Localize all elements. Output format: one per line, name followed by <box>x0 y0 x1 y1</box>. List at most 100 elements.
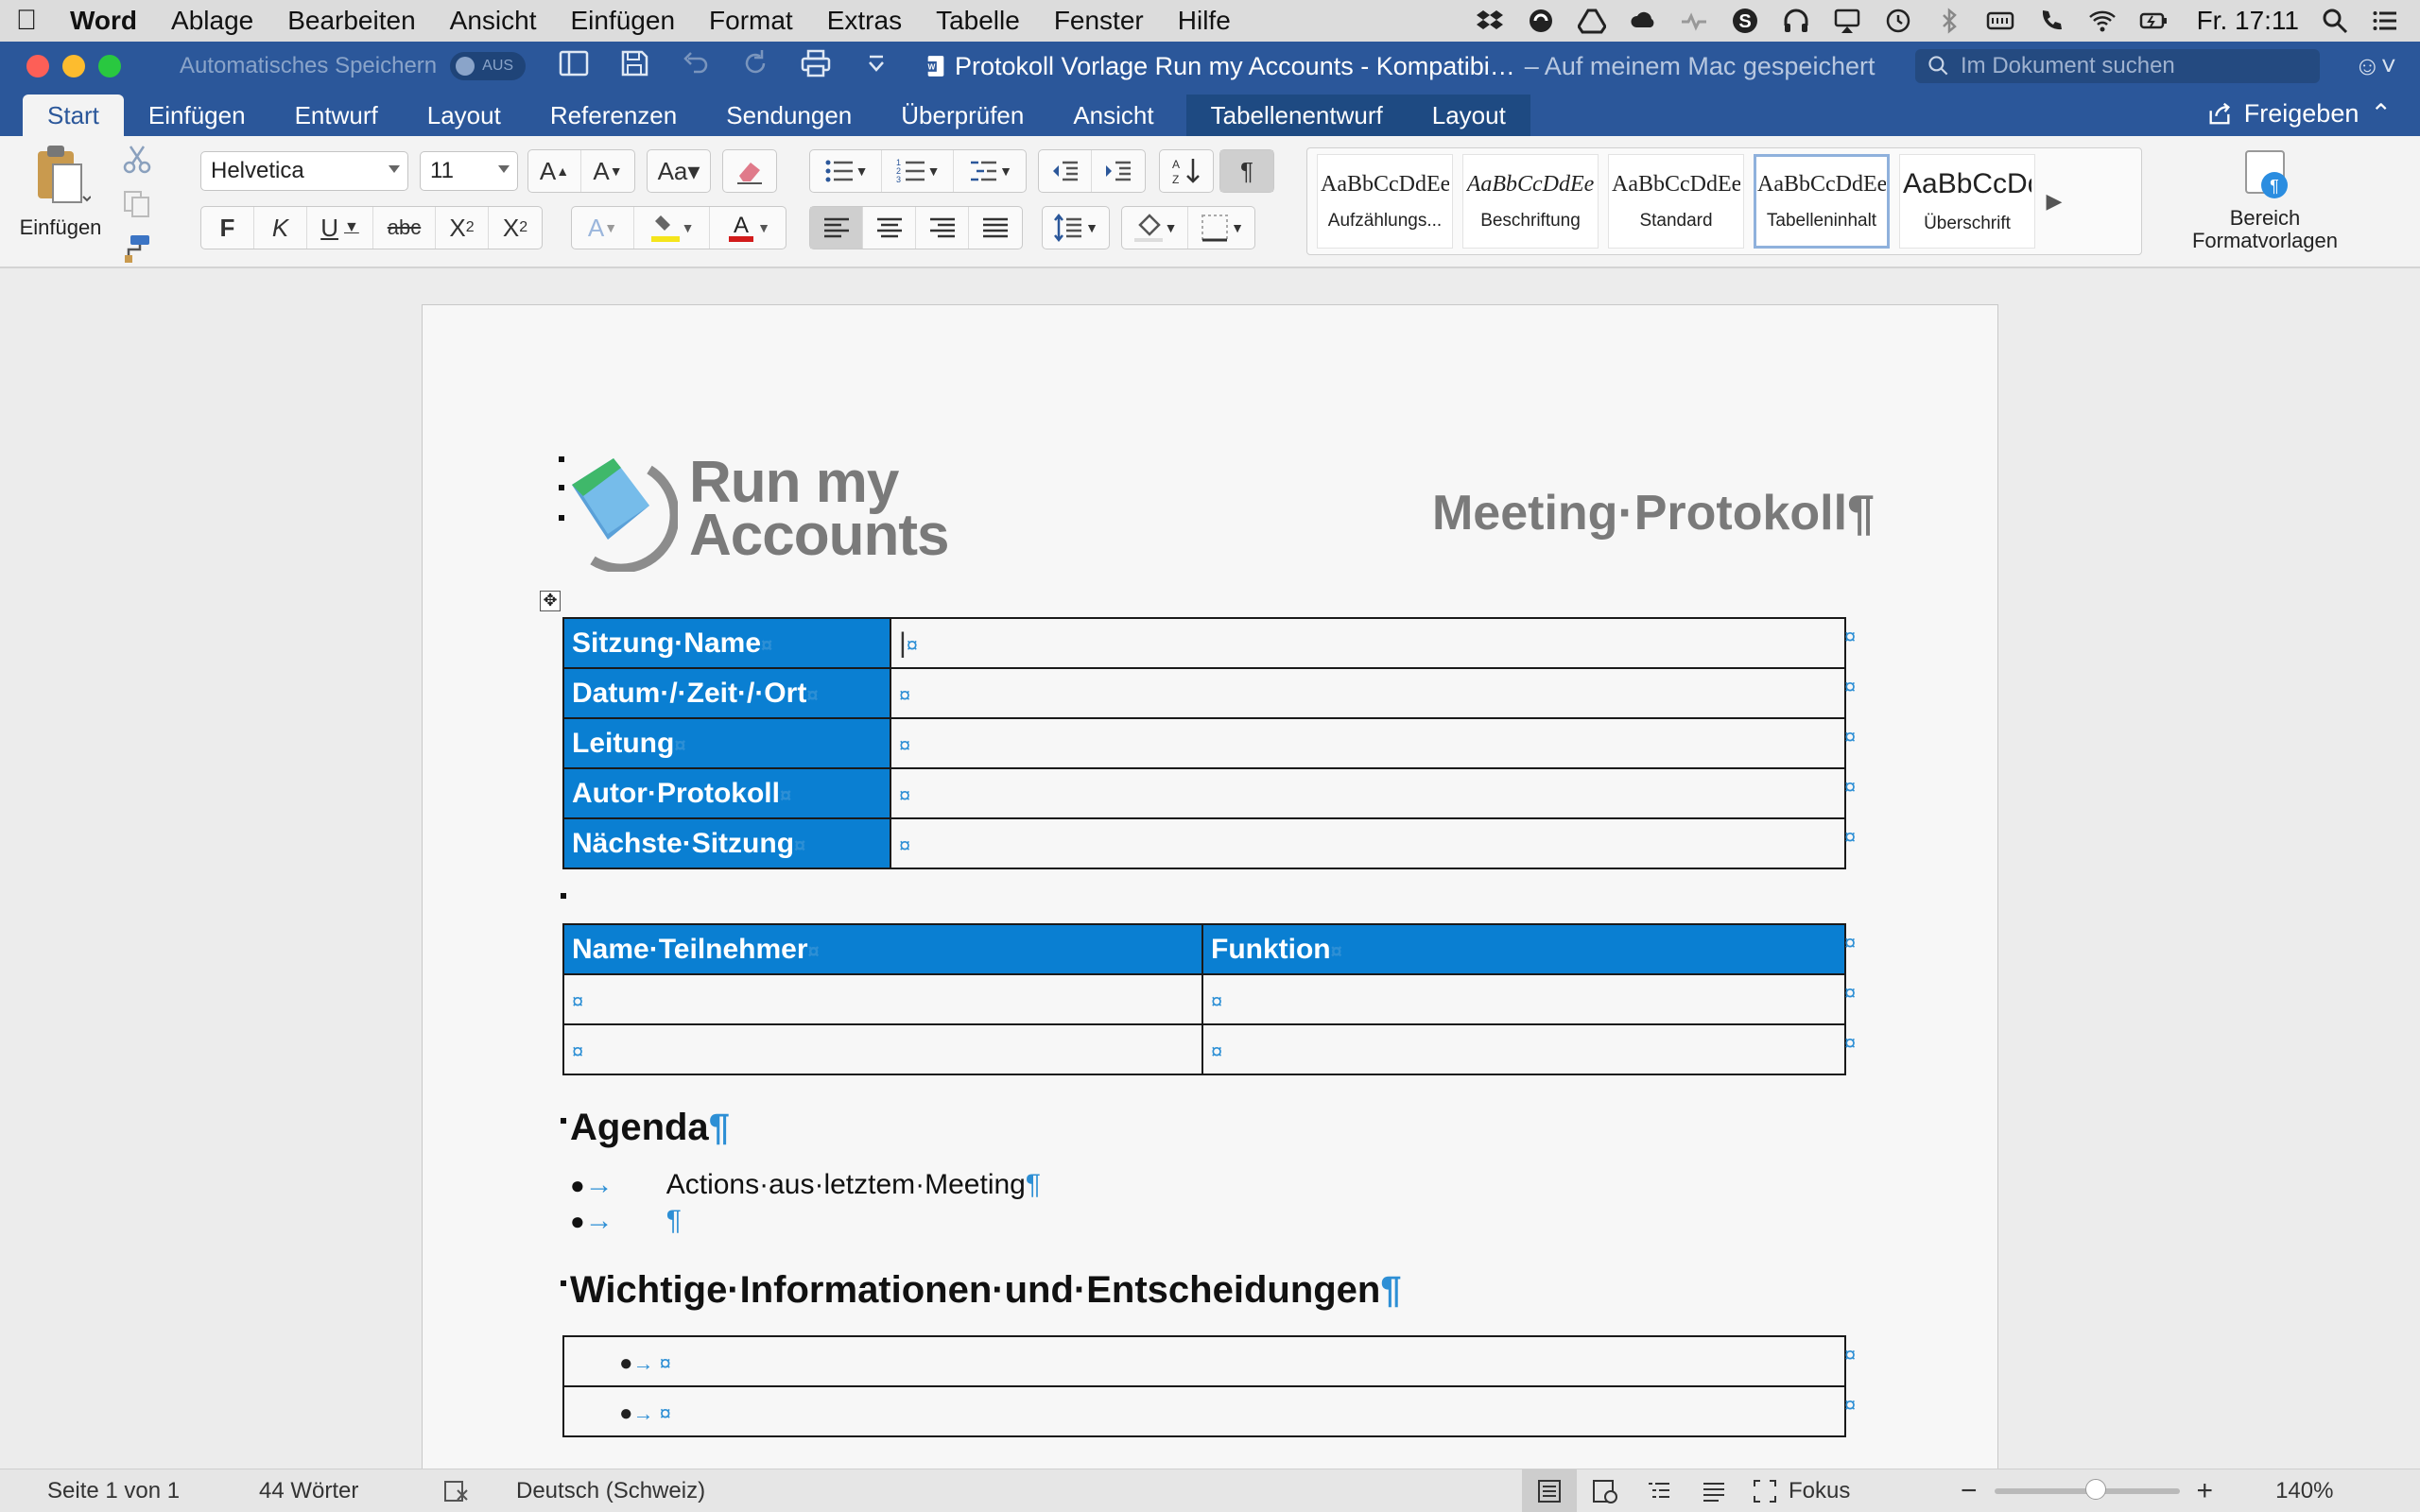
numbering-button[interactable]: 1 2 3 ▼ <box>882 150 954 192</box>
close-window-button[interactable] <box>26 55 49 77</box>
info-cell[interactable]: ●→ ¤ <box>562 1385 1846 1437</box>
agenda-heading[interactable]: Agenda¶ <box>570 1107 730 1149</box>
spotlight-search-icon[interactable] <box>2320 6 2350 36</box>
table-label-cell[interactable]: Datum·/·Zeit·/·Ort¤ <box>562 667 891 719</box>
participant-name-cell[interactable]: ¤ <box>562 1023 1203 1075</box>
style-tabelleninhalt[interactable]: AaBbCcDdEe Tabelleninhalt <box>1754 154 1890 249</box>
agenda-item[interactable]: ●→ ¶ <box>570 1205 682 1237</box>
bullets-button[interactable]: ▼ <box>810 150 882 192</box>
battery-icon[interactable] <box>2138 6 2169 36</box>
agenda-item[interactable]: ●→ Actions·aus·letztem·Meeting¶ <box>570 1169 1041 1201</box>
justify-button[interactable] <box>969 207 1022 249</box>
naechste-sitzung-value[interactable]: ¤ <box>890 817 1846 869</box>
menu-fenster[interactable]: Fenster <box>1037 6 1161 36</box>
style-standard[interactable]: AaBbCcDdEe Standard <box>1608 154 1744 249</box>
grow-font-button[interactable]: A ▲ <box>528 150 581 192</box>
copy-icon[interactable] <box>121 188 153 225</box>
shading-button[interactable]: ▼ <box>1122 207 1188 249</box>
share-button[interactable]: Freigeben ⌃ <box>2206 91 2392 136</box>
bluetooth-icon[interactable] <box>1934 6 1964 36</box>
style-aufzaehlung[interactable]: AaBbCcDdEe Aufzählungs... <box>1317 154 1453 249</box>
shrink-font-button[interactable]: A ▼ <box>581 150 634 192</box>
menu-extras[interactable]: Extras <box>810 6 919 36</box>
document-title-heading[interactable]: Meeting·Protokoll¶ <box>1432 485 1875 541</box>
align-left-button[interactable] <box>810 207 863 249</box>
headphones-icon[interactable] <box>1781 6 1811 36</box>
datum-zeit-ort-value[interactable]: ¤ <box>890 667 1846 719</box>
tab-ueberpruefen[interactable]: Überprüfen <box>876 94 1048 136</box>
participant-function-cell[interactable]: ¤ <box>1201 1023 1846 1075</box>
language[interactable]: Deutsch (Schweiz) <box>516 1478 705 1504</box>
tab-sendungen[interactable]: Sendungen <box>701 94 876 136</box>
subscript-button[interactable]: X2 <box>436 207 489 249</box>
menu-app-name[interactable]: Word <box>53 6 154 36</box>
notification-center-icon[interactable] <box>2371 6 2401 36</box>
save-icon[interactable] <box>618 47 650 86</box>
style-beschriftung[interactable]: AaBbCcDdEe Beschriftung <box>1462 154 1599 249</box>
font-size-dropdown[interactable]: 11 <box>420 151 518 191</box>
menu-bearbeiten[interactable]: Bearbeiten <box>270 6 432 36</box>
table-label-cell[interactable]: Nächste·Sitzung¤ <box>562 817 891 869</box>
header-funktion[interactable]: Funktion¤ <box>1201 923 1846 975</box>
keyboard-icon[interactable] <box>1985 6 2015 36</box>
zoom-in-button[interactable]: + <box>2197 1475 2214 1507</box>
feedback-smiley-icon[interactable]: ☺˅ <box>2354 51 2401 81</box>
zoom-slider-thumb[interactable] <box>2085 1479 2107 1500</box>
borders-button[interactable]: ▼ <box>1188 207 1254 249</box>
customize-toolbar-icon[interactable] <box>860 47 892 86</box>
multilevel-list-button[interactable]: ▼ <box>954 150 1026 192</box>
show-formatting-marks-button[interactable]: ¶ <box>1220 150 1273 192</box>
document-search-input[interactable]: Im Dokument suchen <box>1915 49 2320 83</box>
phone-icon[interactable] <box>2036 6 2066 36</box>
styles-more-icon[interactable]: ▶ <box>2045 154 2064 249</box>
align-center-button[interactable] <box>863 207 916 249</box>
word-count[interactable]: 44 Wörter <box>259 1478 358 1504</box>
sitzung-name-value[interactable]: |¤ <box>890 617 1846 669</box>
cut-icon[interactable] <box>121 144 153 180</box>
sync-app-icon[interactable] <box>1526 6 1556 36</box>
tab-start[interactable]: Start <box>23 94 124 136</box>
menu-hilfe[interactable]: Hilfe <box>1161 6 1248 36</box>
proofing-icon[interactable] <box>442 1477 471 1512</box>
menu-format[interactable]: Format <box>692 6 810 36</box>
clear-formatting-button[interactable] <box>723 150 776 192</box>
skype-icon[interactable]: S <box>1730 6 1760 36</box>
zoom-out-button[interactable]: − <box>1961 1475 1978 1507</box>
increase-indent-button[interactable] <box>1092 150 1145 192</box>
menu-ansicht[interactable]: Ansicht <box>433 6 554 36</box>
participant-function-cell[interactable]: ¤ <box>1201 973 1846 1025</box>
line-spacing-button[interactable]: ▼ <box>1043 207 1109 249</box>
superscript-button[interactable]: X2 <box>489 207 542 249</box>
autosave-toggle[interactable]: AUS <box>450 52 527 80</box>
format-painter-icon[interactable] <box>121 232 153 269</box>
autor-protokoll-value[interactable]: ¤ <box>890 767 1846 819</box>
tab-ansicht[interactable]: Ansicht <box>1048 94 1178 136</box>
table-move-handle-icon[interactable]: ✥ <box>540 591 561 611</box>
undo-icon[interactable] <box>679 47 711 86</box>
zoom-level[interactable]: 140% <box>2275 1478 2333 1504</box>
font-name-dropdown[interactable]: Helvetica <box>200 151 408 191</box>
time-machine-icon[interactable] <box>1883 6 1913 36</box>
focus-mode-button[interactable]: Fokus <box>1741 1469 1850 1512</box>
align-right-button[interactable] <box>916 207 969 249</box>
activity-icon[interactable] <box>1679 6 1709 36</box>
text-effects-button[interactable]: A ▼ <box>572 207 634 249</box>
tab-table-layout[interactable]: Layout <box>1407 94 1530 136</box>
outline-view-icon[interactable] <box>1632 1469 1686 1512</box>
print-layout-view-icon[interactable] <box>1522 1469 1577 1512</box>
tab-entwurf[interactable]: Entwurf <box>270 94 403 136</box>
font-color-button[interactable]: A ▼ <box>710 207 786 249</box>
tab-referenzen[interactable]: Referenzen <box>526 94 701 136</box>
tab-layout[interactable]: Layout <box>403 94 526 136</box>
table-label-cell[interactable]: Autor·Protokoll¤ <box>562 767 891 819</box>
header-name-teilnehmer[interactable]: Name·Teilnehmer¤ <box>562 923 1203 975</box>
draft-view-icon[interactable] <box>1686 1469 1741 1512</box>
apple-menu-icon[interactable]:  <box>0 5 53 37</box>
web-layout-view-icon[interactable] <box>1577 1469 1632 1512</box>
strikethrough-button[interactable]: abc <box>373 207 436 249</box>
style-ueberschrift[interactable]: AaBbCcDd Überschrift <box>1899 154 2035 249</box>
highlight-color-button[interactable]: ▼ <box>634 207 710 249</box>
airplay-icon[interactable] <box>1832 6 1862 36</box>
document-area[interactable]: Run my Accounts Meeting·Protokoll¶ ✥ Sit… <box>0 270 2420 1469</box>
menu-tabelle[interactable]: Tabelle <box>919 6 1037 36</box>
